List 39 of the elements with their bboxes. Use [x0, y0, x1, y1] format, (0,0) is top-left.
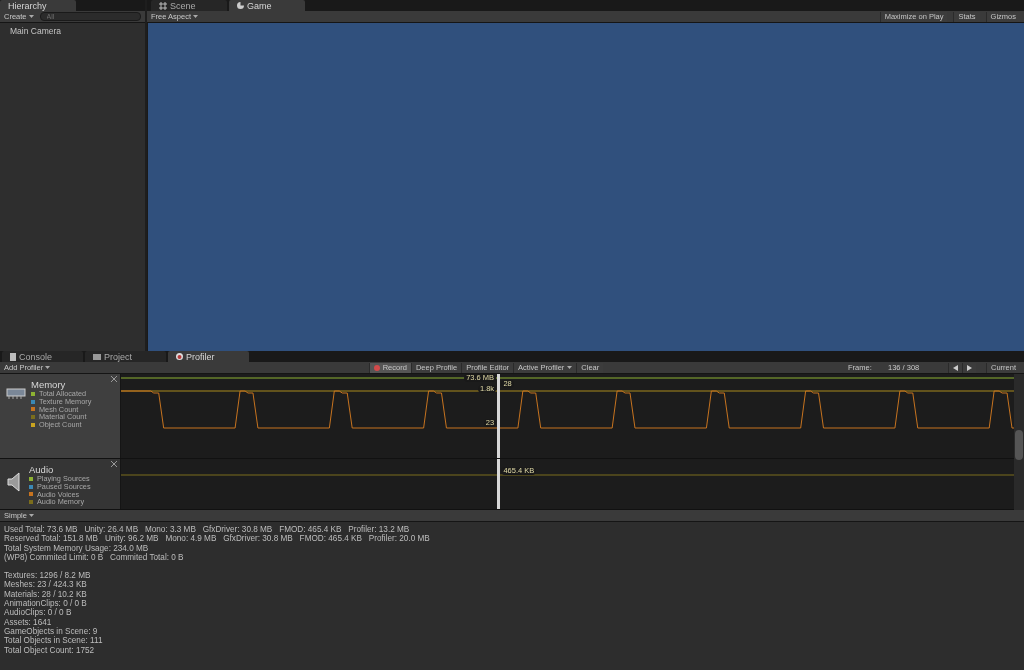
stat-line: Total System Memory Usage: 234.0 MB [4, 543, 149, 553]
stat-line: AnimationClips: 0 / 0 B [4, 599, 88, 609]
caret-icon [28, 15, 34, 18]
view-tab[interactable]: Game [229, 0, 305, 11]
left-arrow-icon [953, 364, 958, 371]
stat-line: Reserved Total: 151.8 MB Unity: 96.2 MB Mono: 4.9 MB GfxDriver: 30.8 MB FMOD: 465.4 KB Profiler: 20.0 MB [4, 534, 431, 544]
stat-line: Total Objects in Scene: 111 [4, 636, 104, 646]
area-title: Memory [31, 379, 66, 390]
close-icon[interactable] [111, 461, 117, 467]
view-tab[interactable]: Scene [151, 0, 227, 11]
caret-icon [193, 15, 199, 18]
record-icon [176, 353, 183, 360]
stat-line: Assets: 1641 [4, 617, 53, 627]
record-icon [373, 364, 380, 371]
scrollbar[interactable] [1014, 374, 1024, 510]
stat-line: Textures: 1296 / 8.2 MB [4, 571, 92, 581]
close-icon[interactable] [111, 376, 117, 382]
caret-icon [45, 366, 51, 369]
caret-icon [28, 514, 34, 517]
document-icon [10, 352, 16, 361]
caret-icon [567, 366, 573, 369]
stat-line: Used Total: 73.6 MB Unity: 26.4 MB Mono: 3.3 MB GfxDriver: 30.8 MB FMOD: 465.4 KB Profiler: 13.2 MB [4, 525, 411, 534]
hierarchy-item[interactable]: Main Camera [0, 26, 145, 37]
stat-line: Materials: 28 / 10.2 KB [4, 589, 88, 599]
right-arrow-icon [967, 364, 972, 371]
memory-chip-icon [6, 387, 26, 399]
hierarchy-tab[interactable]: Hierarchy [0, 0, 76, 11]
folder-icon [93, 353, 101, 360]
stat-line: Meshes: 23 / 424.3 KB [4, 580, 88, 590]
grid-icon [159, 1, 167, 10]
panel-tab[interactable]: Console [2, 351, 83, 362]
panel-tab[interactable]: Project [85, 351, 166, 362]
stat-line: (WP8) Commited Limit: 0 B Commited Total: 0 B [4, 552, 185, 563]
stat-line: AudioClips: 0 / 0 B [4, 608, 73, 618]
area-title: Audio [29, 464, 55, 475]
stat-line: GameObjects in Scene: 9 [4, 626, 99, 637]
panel-tab[interactable]: Profiler [168, 351, 249, 362]
stat-line: Total Object Count: 1752 [4, 645, 96, 655]
pacman-icon [237, 2, 244, 9]
